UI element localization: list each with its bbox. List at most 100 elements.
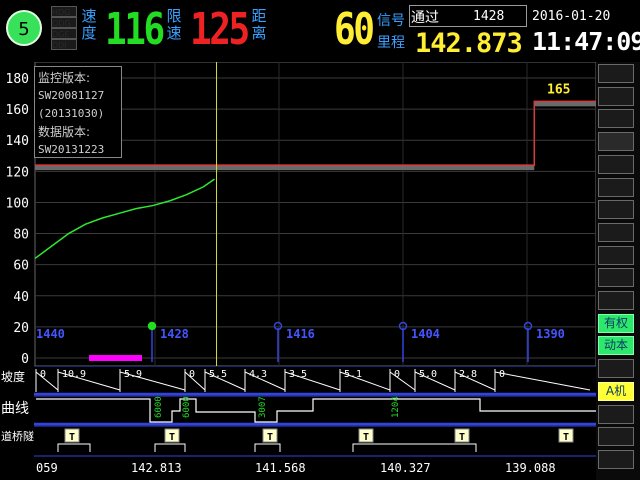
- sidebar-button[interactable]: [598, 427, 634, 447]
- header-bar: 5 HDG ODG DGE DDI 速度 116 限速 125 距离 60 信号…: [0, 0, 640, 60]
- speed-value: 116: [105, 4, 165, 55]
- curve-profile: [36, 398, 596, 423]
- sidebar-button[interactable]: 动本: [598, 336, 634, 356]
- x-tick-label: 140.327: [380, 461, 431, 475]
- bridge-marker-letter: T: [563, 432, 569, 443]
- signal-number-label: 1404: [411, 327, 440, 341]
- sidebar-button[interactable]: [598, 291, 634, 310]
- bridge-span: [352, 443, 477, 452]
- bridge-span: [254, 443, 281, 452]
- version-line: (20131030): [38, 107, 105, 120]
- version-line: 监控版本:: [38, 71, 91, 85]
- curve-radius-value: 3007: [258, 396, 268, 418]
- sidebar-button[interactable]: [598, 449, 634, 469]
- y-tick-label: 40: [13, 290, 29, 305]
- bridge-span: [57, 443, 91, 452]
- sidebar-button[interactable]: [598, 359, 634, 379]
- bridge-span: [154, 443, 186, 452]
- grade-value: 5.1: [344, 369, 362, 380]
- version-line: SW20081127: [38, 89, 105, 102]
- sidebar-button[interactable]: [598, 177, 634, 197]
- bridge-marker-letter: T: [69, 432, 75, 443]
- sidebar-button[interactable]: [598, 109, 634, 129]
- date-display: 2016-01-20: [532, 9, 611, 24]
- y-tick-label: 160: [6, 103, 29, 118]
- mileage-value: 142.873: [415, 28, 523, 59]
- grade-value: 0: [189, 369, 195, 380]
- bridge-marker-letter: T: [267, 432, 273, 443]
- sidebar-button[interactable]: [598, 245, 634, 265]
- mileage-label: 里程: [377, 35, 405, 51]
- mini-label-stack: HDG ODG DGE DDI: [51, 6, 77, 50]
- mini-label: HDG: [51, 6, 77, 17]
- sidebar-button[interactable]: [598, 86, 634, 106]
- sidebar-button[interactable]: [598, 200, 634, 220]
- x-tick-label: 139.088: [505, 461, 556, 475]
- signal-label: 信号: [377, 13, 405, 29]
- sidebar-button[interactable]: [598, 154, 634, 174]
- train-length-bar: [89, 355, 142, 361]
- mini-label: DGE: [51, 28, 77, 39]
- x-tick-label: 059: [36, 461, 58, 475]
- y-tick-label: 180: [6, 72, 29, 87]
- sidebar-button[interactable]: A机: [598, 381, 634, 401]
- y-tick-label: 120: [6, 165, 29, 180]
- y-tick-label: 80: [13, 228, 29, 243]
- signal-number-label: 1428: [160, 327, 189, 341]
- sidebar-button[interactable]: [598, 222, 634, 242]
- version-line: SW20131223: [38, 143, 105, 156]
- mini-label: DDI: [51, 39, 77, 50]
- status-indicator: 5: [6, 10, 42, 46]
- y-tick-label: 100: [6, 196, 29, 211]
- mini-label: ODG: [51, 17, 77, 28]
- y-tick-labels: 180 160 140 120 100 80 60 40 20 0: [6, 72, 29, 366]
- sidebar-button[interactable]: [598, 404, 634, 424]
- signal-number-label: 1416: [286, 327, 315, 341]
- y-tick-label: 60: [13, 259, 29, 274]
- y-tick-label: 0: [21, 352, 29, 366]
- curve-radius-value: 1204: [391, 396, 401, 418]
- signal-lamp-icon: [147, 321, 157, 331]
- pass-value: 1428: [473, 9, 505, 24]
- grade-value: 0: [394, 369, 400, 380]
- grade-value: 3.5: [289, 369, 307, 380]
- x-axis: 059 142.813 141.568 140.327 139.088: [0, 458, 596, 480]
- grade-value: 5.5: [209, 369, 227, 380]
- signal-number-label: 1440: [36, 327, 65, 341]
- grade-value: 5.9: [124, 369, 142, 380]
- sidebar-button[interactable]: 有权: [598, 313, 634, 333]
- x-tick-label: 142.813: [131, 461, 182, 475]
- grade-value: 10.9: [62, 369, 86, 380]
- distance-value: 60: [334, 4, 375, 55]
- limit-value: 125: [190, 4, 250, 55]
- signal-number-label: 1390: [536, 327, 565, 341]
- status-number: 5: [18, 19, 30, 40]
- bridge-marker-letter: T: [363, 432, 369, 443]
- bridge-marker-letter: T: [459, 432, 465, 443]
- actual-speed-line: [34, 178, 215, 260]
- grade-value: 0: [40, 369, 46, 380]
- pass-label: 通过: [411, 10, 439, 26]
- limit-label: 限速: [166, 7, 182, 42]
- speed-label: 速度: [81, 7, 97, 42]
- curve-radius-value: 6000: [182, 396, 192, 418]
- grade-value: 0: [499, 369, 505, 380]
- grade-value: 5.0: [419, 369, 437, 380]
- x-tick-label: 141.568: [255, 461, 306, 475]
- speed-limit-value-label: 165: [547, 82, 570, 97]
- track-area: 坡度 曲线 道桥隧 0 10.9 5.9 0 5.5 4.3 3.5 5.1 0 5.0 2.8 0 6…: [0, 366, 596, 458]
- grade-value: 4.3: [249, 369, 267, 380]
- time-display: 11:47:09: [532, 27, 640, 56]
- y-tick-label: 20: [13, 321, 29, 336]
- bridge-marker-letter: T: [169, 432, 175, 443]
- y-tick-label: 140: [6, 134, 29, 149]
- sidebar-button[interactable]: [598, 64, 634, 83]
- version-line: 数据版本:: [38, 125, 91, 139]
- grade-value: 2.8: [459, 369, 477, 380]
- track-graphics: 0 10.9 5.9 0 5.5 4.3 3.5 5.1 0 5.0 2.8 0 6000 6000 300…: [34, 366, 596, 457]
- version-info-box: 监控版本: SW20081127 (20131030) 数据版本: SW2013…: [34, 66, 122, 158]
- sidebar-button[interactable]: [598, 132, 634, 152]
- distance-label: 距离: [251, 7, 267, 42]
- grade-slope: [494, 371, 591, 391]
- sidebar-button[interactable]: [598, 268, 634, 288]
